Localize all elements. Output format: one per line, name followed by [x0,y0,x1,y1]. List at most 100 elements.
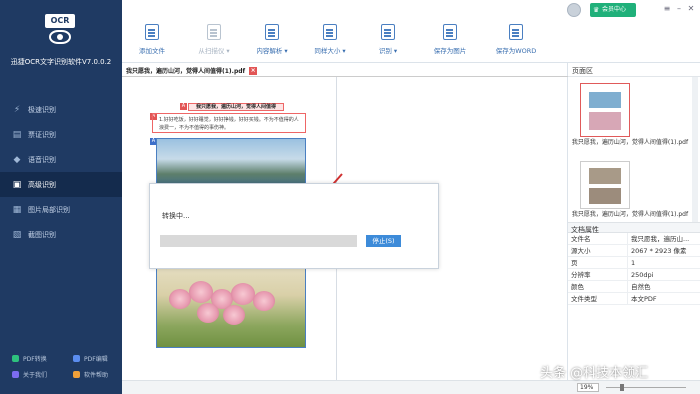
crop-icon: ▦ [12,204,22,215]
image-icon [443,24,457,40]
flower [189,281,213,303]
sidebar-item-label: 语音识别 [28,155,56,164]
flower [169,289,191,309]
prop-value: 本文PDF [631,295,657,303]
minimize-icon[interactable]: – [674,4,684,13]
help-label: 软件帮助 [84,371,109,379]
prop-row: 文件类型 本文PDF [568,293,700,305]
avatar[interactable] [567,3,581,17]
help-link[interactable]: 软件帮助 [61,370,122,379]
thumb-photo [589,168,621,184]
prop-key: 分辨率 [568,269,628,280]
pdf-edit-link[interactable]: PDF编辑 [61,354,122,363]
prop-value: 250dpi [631,271,654,279]
sidebar-nav: ⚡ 极速识别 ▤ 票证识别 ◆ 语音识别 ▣ 高级识别 ▦ 图片局部识别 ▧ 截图识别 [0,97,122,247]
sidebar-item-label: 极速识别 [28,105,56,114]
save-word-button[interactable]: 保存为WORD [484,24,548,55]
close-icon[interactable]: ✕ [686,4,696,13]
page-thumbnail-2[interactable] [580,161,630,209]
prop-row: 页1 [568,257,700,269]
canal-photo [157,139,305,189]
stop-button[interactable]: 停止(S) [366,235,401,247]
zoom-select[interactable]: 19% [577,383,599,392]
prop-key: 文件类型 [568,293,628,304]
screenshot-icon: ▧ [12,229,22,240]
size-icon [323,24,337,40]
zoom-slider[interactable] [606,387,686,388]
close-tab-icon[interactable]: × [249,66,258,75]
save-word-label: 保存为WORD [495,47,537,55]
prop-row: 分辨率 250dpi [568,269,700,281]
prop-key: 颜色 [568,281,628,292]
word-icon [509,24,523,40]
page-thumbnail-1[interactable] [580,83,630,137]
about-link[interactable]: 关于我们 [0,370,61,379]
dialog-title: 转换中... [162,212,190,220]
menu-icon[interactable]: ≡ [662,4,672,13]
right-panel: 页面区 我只愿我，遍历山河，觉得人间值得(1).pdf 我只愿我，遍历山河，觉得… [568,63,700,380]
sidebar-bottom-links: PDF转换 PDF编辑 关于我们 软件帮助 [0,350,122,382]
prop-key: 源大小 [568,245,628,256]
eye-icon [49,30,71,44]
document-tab[interactable]: 我只愿我，遍历山河，觉得人间值得(1).pdf × [126,65,258,76]
thumb-photo [589,188,621,204]
properties-title: 文档属性 [568,222,700,234]
save-image-button[interactable]: 保存为图片 [420,24,480,55]
prop-value: 我只愿我，遍历山... [631,235,690,243]
content-parse-label: 内容解析 ▾ [256,47,288,55]
pages-scrollbar[interactable] [692,77,698,227]
watermark: 头条 @科技本领汇 [540,366,649,381]
sidebar-item-partial[interactable]: ▦ 图片局部识别 [0,197,122,222]
progress-bar [160,235,357,247]
parse-icon [265,24,279,40]
sidebar-item-ticket[interactable]: ▤ 票证识别 [0,122,122,147]
prop-row: 源大小 2067 * 2923 像素 [568,245,700,257]
flower [197,303,219,323]
app-logo: OCR [45,14,75,48]
document-tab-label: 我只愿我，遍历山河，觉得人间值得(1).pdf [126,68,246,75]
about-label: 关于我们 [23,371,48,379]
pdf-convert-label: PDF转换 [23,355,47,363]
recognized-heading[interactable]: 我只愿我，遍历山河，觉得人间值得 [188,103,284,111]
sidebar-item-label: 高级识别 [28,180,56,189]
sidebar-item-advanced[interactable]: ▣ 高级识别 [0,172,122,197]
content-parse-button[interactable]: 内容解析 ▾ [242,24,302,55]
thumbnail-caption: 我只愿我，遍历山河，觉得人间值得(1).pdf [571,139,689,146]
sidebar-item-label: 截图识别 [28,230,56,239]
pdf-edit-icon [73,354,80,362]
pdf-convert-icon [12,354,19,362]
pdf-edit-label: PDF编辑 [84,355,108,363]
add-file-icon [145,24,159,40]
thumbnail-caption: 我只愿我，遍历山河，觉得人间值得(1).pdf [571,211,689,218]
pages-panel-title: 页面区 [568,63,700,77]
help-icon [73,370,80,378]
flower-basket-photo [157,259,305,347]
document-properties: 文档属性 文件名 我只愿我，遍历山... 源大小 2067 * 2923 像素 页1… [568,222,700,305]
same-size-label: 同样大小 ▾ [314,47,346,55]
vip-center-button[interactable]: 会员中心 [590,3,636,17]
toolbar: 添加文件 从扫描仪 ▾ 内容解析 ▾ 同样大小 ▾ 识别 ▾ 保存为图片 保存为… [122,0,700,63]
sidebar-item-label: 票证识别 [28,130,56,139]
add-file-label: 添加文件 [139,47,165,55]
sidebar-item-screenshot[interactable]: ▧ 截图识别 [0,222,122,247]
save-image-label: 保存为图片 [433,47,467,55]
tab-divider [122,76,568,77]
add-file-button[interactable]: 添加文件 [122,24,182,55]
ticket-icon: ▤ [12,129,22,140]
pdf-convert-link[interactable]: PDF转换 [0,354,61,363]
scanner-icon [207,24,221,40]
same-size-button[interactable]: 同样大小 ▾ [300,24,360,55]
recognize-label: 识别 ▾ [378,47,398,55]
zoom-slider-handle[interactable] [620,384,624,391]
sidebar-item-fast[interactable]: ⚡ 极速识别 [0,97,122,122]
recognized-paragraph[interactable]: 1.好好吃饭，好好睡觉，好好挣钱，好好买钱。不为不值得的人浪费一，不为不值得的事… [152,113,306,133]
from-scanner-button[interactable]: 从扫描仪 ▾ [184,24,244,55]
prop-row: 文件名 我只愿我，遍历山... [568,233,700,245]
app-title: 迅捷OCR文字识别软件V7.0.0.2 [10,58,112,66]
recognize-icon [381,24,395,40]
recognize-button[interactable]: 识别 ▾ [358,24,418,55]
advanced-icon: ▣ [12,179,22,190]
from-scanner-label: 从扫描仪 ▾ [198,47,230,55]
thumb-photo [589,112,621,130]
sidebar-item-voice[interactable]: ◆ 语音识别 [0,147,122,172]
